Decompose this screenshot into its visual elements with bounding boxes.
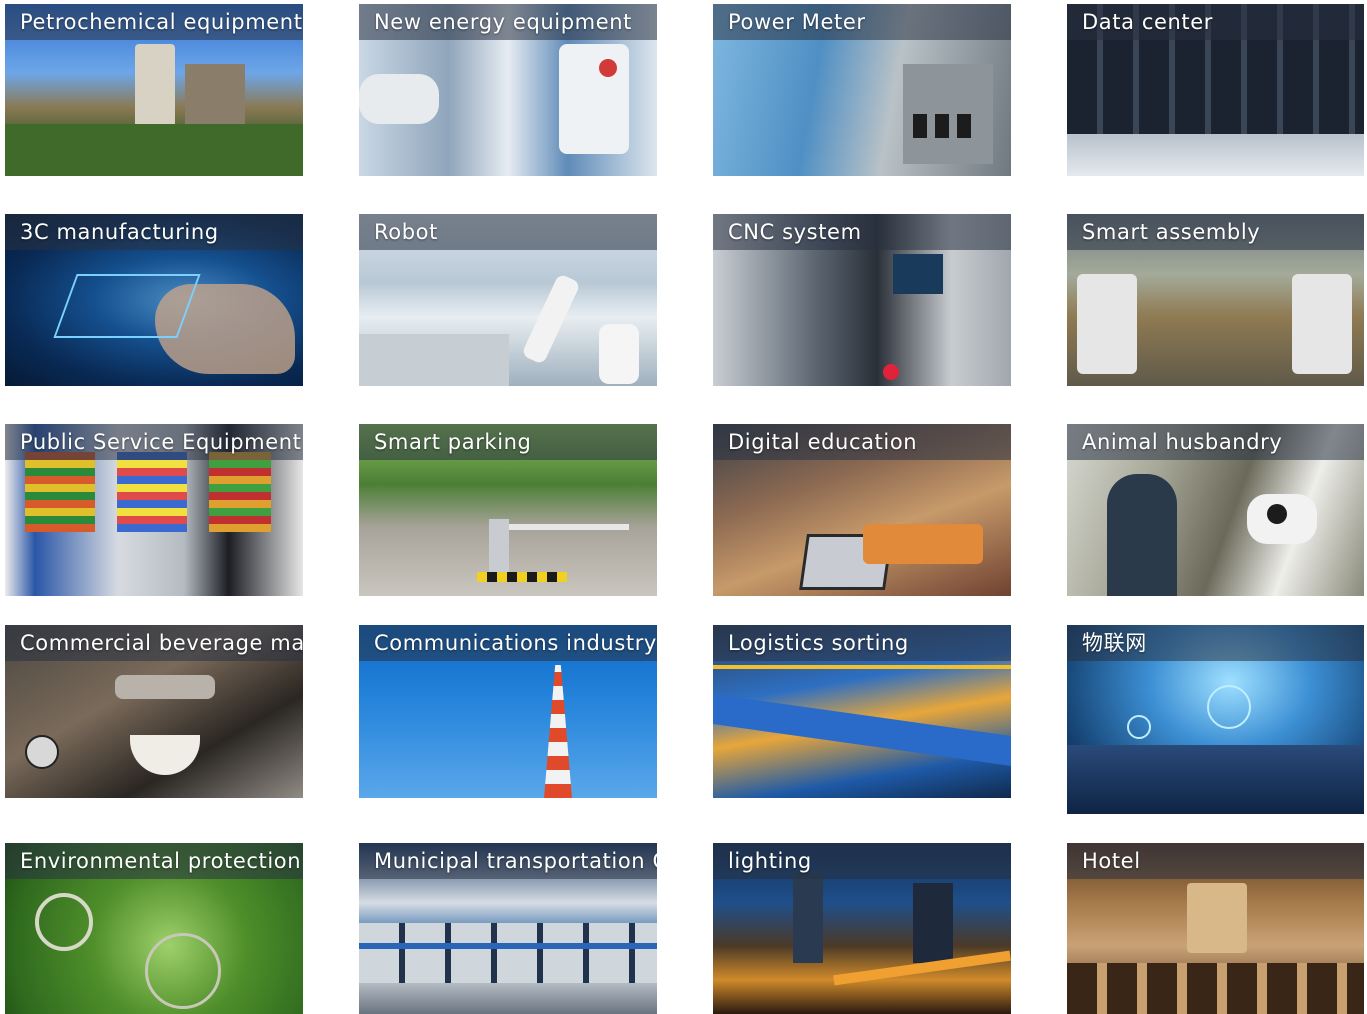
tile-logistics-sorting[interactable]: Logistics sorting xyxy=(713,625,1011,798)
application-grid: Petrochemical equipment New energy equip… xyxy=(0,0,1367,1014)
tile-label: Petrochemical equipment xyxy=(20,10,303,34)
tile-petrochemical-equipment[interactable]: Petrochemical equipment xyxy=(5,4,303,176)
tile-smart-assembly[interactable]: Smart assembly xyxy=(1067,214,1364,386)
tile-label: Logistics sorting xyxy=(728,631,909,655)
tile-label: Commercial beverage machine xyxy=(20,631,303,655)
tile-label: 物联网 xyxy=(1082,631,1147,655)
tile-communications-industry[interactable]: Communications industry xyxy=(359,625,657,798)
tile-label: Municipal transportation City xyxy=(374,849,657,873)
tile-data-center[interactable]: Data center xyxy=(1067,4,1364,176)
tile-label: Power Meter xyxy=(728,10,866,34)
tile-3c-manufacturing[interactable]: 3C manufacturing xyxy=(5,214,303,386)
tile-label: New energy equipment xyxy=(374,10,632,34)
tile-label: Digital education xyxy=(728,430,918,454)
tile-label: Communications industry xyxy=(374,631,657,655)
tile-label: Smart assembly xyxy=(1082,220,1261,244)
tile-label: Animal husbandry xyxy=(1082,430,1283,454)
tile-label: Hotel xyxy=(1082,849,1141,873)
tile-label: Public Service Equipment xyxy=(20,430,302,454)
tile-label: Data center xyxy=(1082,10,1213,34)
tile-digital-education[interactable]: Digital education xyxy=(713,424,1011,596)
tile-commercial-beverage-machine[interactable]: Commercial beverage machine xyxy=(5,625,303,798)
tile-power-meter[interactable]: Power Meter xyxy=(713,4,1011,176)
tile-hotel[interactable]: Hotel xyxy=(1067,843,1364,1014)
tile-lighting[interactable]: lighting xyxy=(713,843,1011,1014)
tile-smart-parking[interactable]: Smart parking xyxy=(359,424,657,596)
tile-new-energy-equipment[interactable]: New energy equipment xyxy=(359,4,657,176)
tile-robot[interactable]: Robot xyxy=(359,214,657,386)
tile-public-service-equipment[interactable]: Public Service Equipment xyxy=(5,424,303,596)
tile-label: Smart parking xyxy=(374,430,532,454)
tile-label: CNC system xyxy=(728,220,862,244)
tile-iot[interactable]: 物联网 xyxy=(1067,625,1364,814)
tile-label: Robot xyxy=(374,220,438,244)
tile-cnc-system[interactable]: CNC system xyxy=(713,214,1011,386)
tile-environmental-protection-industry[interactable]: Environmental protection industry xyxy=(5,843,303,1014)
tile-label: Environmental protection industry xyxy=(20,849,303,873)
tile-municipal-transportation-city[interactable]: Municipal transportation City xyxy=(359,843,657,1014)
tile-label: 3C manufacturing xyxy=(20,220,219,244)
tile-label: lighting xyxy=(728,849,812,873)
tile-animal-husbandry[interactable]: Animal husbandry xyxy=(1067,424,1364,596)
